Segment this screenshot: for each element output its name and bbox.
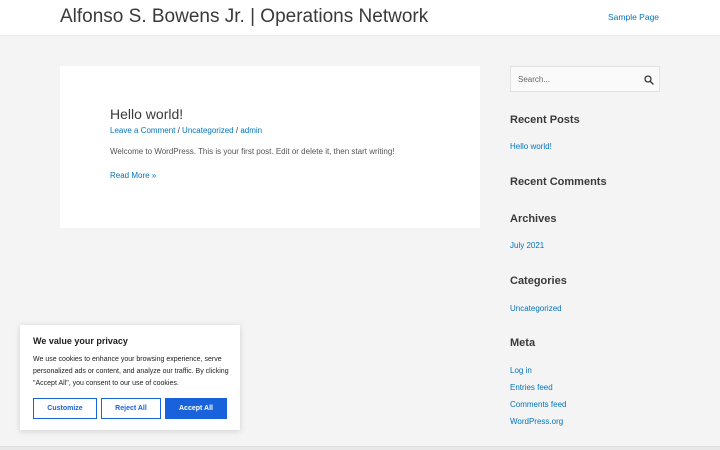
post-card: Hello world! Leave a Comment / Uncategor… xyxy=(60,66,480,228)
reject-all-button[interactable]: Reject All xyxy=(101,398,161,419)
category-link[interactable]: Uncategorized xyxy=(182,126,234,135)
post-title[interactable]: Hello world! xyxy=(110,106,183,122)
customize-button[interactable]: Customize xyxy=(33,398,97,419)
site-title[interactable]: Alfonso S. Bowens Jr. | Operations Netwo… xyxy=(60,6,428,28)
recent-comments-title: Recent Comments xyxy=(510,176,607,188)
search-input[interactable] xyxy=(511,67,637,91)
meta-link-login[interactable]: Log in xyxy=(510,366,532,375)
cookie-consent-banner: We value your privacy We use cookies to … xyxy=(20,325,240,430)
comment-link[interactable]: Leave a Comment xyxy=(110,126,175,135)
author-link[interactable]: admin xyxy=(240,126,262,135)
recent-posts-title: Recent Posts xyxy=(510,114,580,126)
search-icon[interactable] xyxy=(644,75,654,85)
footer-divider xyxy=(0,446,720,450)
read-more-link[interactable]: Read More » xyxy=(110,171,156,180)
meta-link-comments-feed[interactable]: Comments feed xyxy=(510,400,566,409)
meta-title: Meta xyxy=(510,337,536,349)
meta-link-wordpress-org[interactable]: WordPress.org xyxy=(510,417,563,426)
site-header: Alfonso S. Bowens Jr. | Operations Netwo… xyxy=(0,0,720,36)
meta-link-entries-feed[interactable]: Entries feed xyxy=(510,383,553,392)
accept-all-button[interactable]: Accept All xyxy=(165,398,227,419)
categories-title: Categories xyxy=(510,275,567,287)
search-box xyxy=(510,66,660,92)
nav-link-sample-page[interactable]: Sample Page xyxy=(608,12,659,22)
post-meta: Leave a Comment / Uncategorized / admin xyxy=(110,126,262,135)
archive-link[interactable]: July 2021 xyxy=(510,241,544,250)
category-link-uncategorized[interactable]: Uncategorized xyxy=(510,304,562,313)
cookie-text: We use cookies to enhance your browsing … xyxy=(33,356,229,387)
archives-title: Archives xyxy=(510,213,557,225)
post-excerpt: Welcome to WordPress. This is your first… xyxy=(110,147,395,156)
recent-post-link[interactable]: Hello world! xyxy=(510,142,552,151)
cookie-title: We value your privacy xyxy=(33,336,128,346)
